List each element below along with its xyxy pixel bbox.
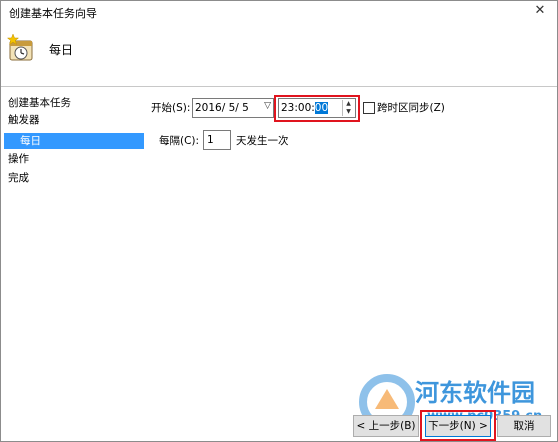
start-date-value: 2016/ 5/ 5 (195, 102, 249, 114)
wizard-window: 创建基本任务向导 ✕ 每日 创建基本任务 触发器 每日 操作 完成 开始(S):… (0, 0, 558, 442)
start-date-picker[interactable]: 2016/ 5/ 5 ▽ (192, 98, 274, 118)
time-highlight-box (274, 95, 360, 122)
sidebar-item-action[interactable]: 操作 (8, 151, 29, 167)
title-bar: 创建基本任务向导 ✕ (1, 1, 557, 23)
wizard-header: 每日 (1, 23, 557, 87)
close-icon[interactable]: ✕ (531, 2, 549, 20)
sidebar-item-create-task[interactable]: 创建基本任务 (8, 95, 71, 111)
every-suffix-label: 天发生一次 (236, 135, 289, 147)
watermark-brand: 河东软件园 (415, 378, 535, 407)
chevron-down-icon[interactable]: ▽ (264, 101, 271, 111)
sidebar-item-trigger[interactable]: 触发器 (8, 112, 40, 128)
cancel-button[interactable]: 取消 (497, 415, 551, 437)
page-title: 每日 (49, 43, 74, 57)
sync-timezone-label[interactable]: 跨时区同步(Z) (377, 100, 445, 116)
next-highlight-box (420, 410, 496, 441)
calendar-clock-icon (7, 33, 33, 61)
back-button[interactable]: < 上一步(B) (353, 415, 419, 437)
window-title: 创建基本任务向导 (9, 7, 97, 20)
sidebar-item-daily[interactable]: 每日 (4, 133, 144, 149)
sidebar-item-finish[interactable]: 完成 (8, 170, 29, 186)
every-days-input[interactable]: 1 (203, 130, 231, 150)
wizard-steps-sidebar: 创建基本任务 触发器 每日 操作 完成 (1, 87, 147, 441)
sync-timezone-checkbox[interactable] (363, 102, 375, 114)
every-label: 每隔(C): (159, 135, 200, 147)
start-label: 开始(S): (151, 102, 191, 114)
sidebar-item-label: 每日 (20, 135, 41, 147)
every-days-value: 1 (207, 134, 214, 146)
